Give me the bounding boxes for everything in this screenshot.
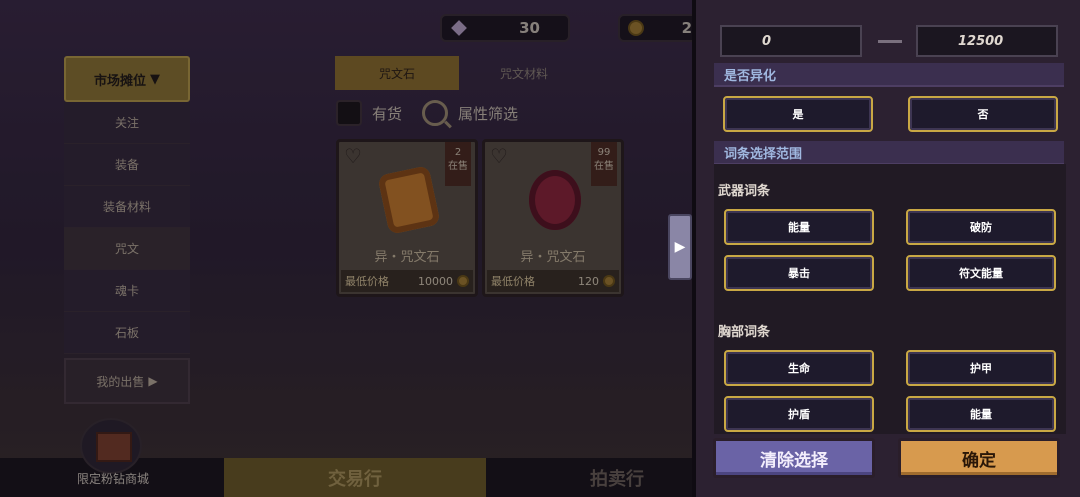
price-row: 最低价格 120 [487,270,619,292]
drawer-collapse-button[interactable]: ▶ [668,214,692,280]
magnifier-icon[interactable] [422,100,449,126]
market-stall-label: 市场摊位 [93,73,146,89]
tab-auction-house[interactable]: 拍卖行 [500,458,692,497]
chest-affix-title: 胸部词条 [718,325,771,340]
weapon-affix-title: 武器词条 [718,184,771,199]
stock-count: 99 [597,147,611,158]
attribute-filter-label[interactable]: 属性筛选 [458,103,518,124]
item-name: 异・咒文石 [374,250,440,265]
item-card[interactable]: ♡ 2 在售 异・咒文石 最低价格 10000 [336,139,478,297]
sidebar-item-soul-cards[interactable]: 魂卡 [64,270,190,312]
sidebar-item-equipment-materials[interactable]: 装备材料 [64,186,190,228]
chevron-right-icon: ▶ [674,239,686,255]
treasure-chest-icon [80,418,142,474]
coin-icon [457,275,469,287]
affix-range-section-header: 词条选择范围 [714,141,1064,165]
coin-icon [603,275,615,287]
pink-diamond-shop-button[interactable]: 限定粉钻商城 [68,418,158,488]
coin-currency: 2 [618,14,692,42]
price-max-input[interactable]: 12500 [916,25,1058,57]
chest-affix-energy[interactable]: 能量 [906,396,1056,432]
gem-amount: 30 [519,19,540,37]
heart-icon[interactable]: ♡ [344,146,366,166]
clear-selection-button[interactable]: 清除选择 [713,438,875,478]
market-sidebar: 市场摊位 ▼ 关注 装备 装备材料 咒文 魂卡 石板 我的出售 ▶ [64,56,190,404]
anomaly-no-option[interactable]: 否 [908,96,1058,132]
chest-affix-health[interactable]: 生命 [724,350,874,386]
stock-count: 2 [454,147,462,158]
anomaly-section-header: 是否异化 [714,63,1064,87]
chevron-down-icon: ▼ [150,71,160,87]
weapon-affix-energy[interactable]: 能量 [724,209,874,245]
item-card[interactable]: ♡ 99 在售 异・咒文石 最低价格 120 [482,139,624,297]
in-stock-label: 有货 [372,104,403,123]
filter-row: 有货 属性筛选 [336,100,518,126]
tab-spell-stones[interactable]: 咒文石 [335,56,459,90]
weapon-affix-crit[interactable]: 暴击 [724,255,874,291]
market-screen: 30 2 市场摊位 ▼ 关注 装备 装备材料 咒文 魂卡 石板 我的出售 ▶ 咒… [0,0,692,497]
sidebar-item-equipment[interactable]: 装备 [64,144,190,186]
stock-ribbon: 2 在售 [445,142,471,186]
price-label: 最低价格 [345,275,389,288]
diamond-icon [450,21,468,35]
price-value: 120 [578,274,599,288]
coin-amount: 2 [681,19,692,37]
weapon-affix-rune-energy[interactable]: 符文能量 [906,255,1056,291]
my-sales-button[interactable]: 我的出售 ▶ [64,358,190,404]
gem-currency: 30 [440,14,570,42]
my-sales-label: 我的出售 [96,374,145,389]
sidebar-item-spells[interactable]: 咒文 [64,228,190,270]
coin-icon [628,20,644,36]
chest-affix-shield[interactable]: 护盾 [724,396,874,432]
stock-ribbon: 99 在售 [591,142,617,186]
heart-icon[interactable]: ♡ [490,146,512,166]
price-row: 最低价格 10000 [341,270,473,292]
tab-trading-house[interactable]: 交易行 [224,458,486,497]
shop-label: 限定粉钻商城 [76,472,149,486]
spell-stone-icon [529,170,581,230]
confirm-button[interactable]: 确定 [898,438,1060,478]
chevron-right-icon: ▶ [148,374,158,388]
tab-spell-materials[interactable]: 咒文材料 [462,56,586,90]
price-label: 最低价格 [491,275,535,288]
sidebar-item-follow[interactable]: 关注 [64,102,190,144]
item-name: 异・咒文石 [520,250,586,265]
price-value: 10000 [418,274,453,288]
market-stall-dropdown[interactable]: 市场摊位 ▼ [64,56,190,102]
affix-list-panel [714,164,1066,434]
sidebar-item-slates[interactable]: 石板 [64,312,190,354]
in-stock-checkbox[interactable] [336,100,362,126]
weapon-affix-armor-break[interactable]: 破防 [906,209,1056,245]
stock-status: 在售 [594,161,614,172]
stock-status: 在售 [448,161,468,172]
price-min-input[interactable]: 0 [720,25,862,57]
range-separator [878,40,902,43]
chest-affix-armor[interactable]: 护甲 [906,350,1056,386]
spell-stone-icon [377,165,441,235]
anomaly-yes-option[interactable]: 是 [723,96,873,132]
